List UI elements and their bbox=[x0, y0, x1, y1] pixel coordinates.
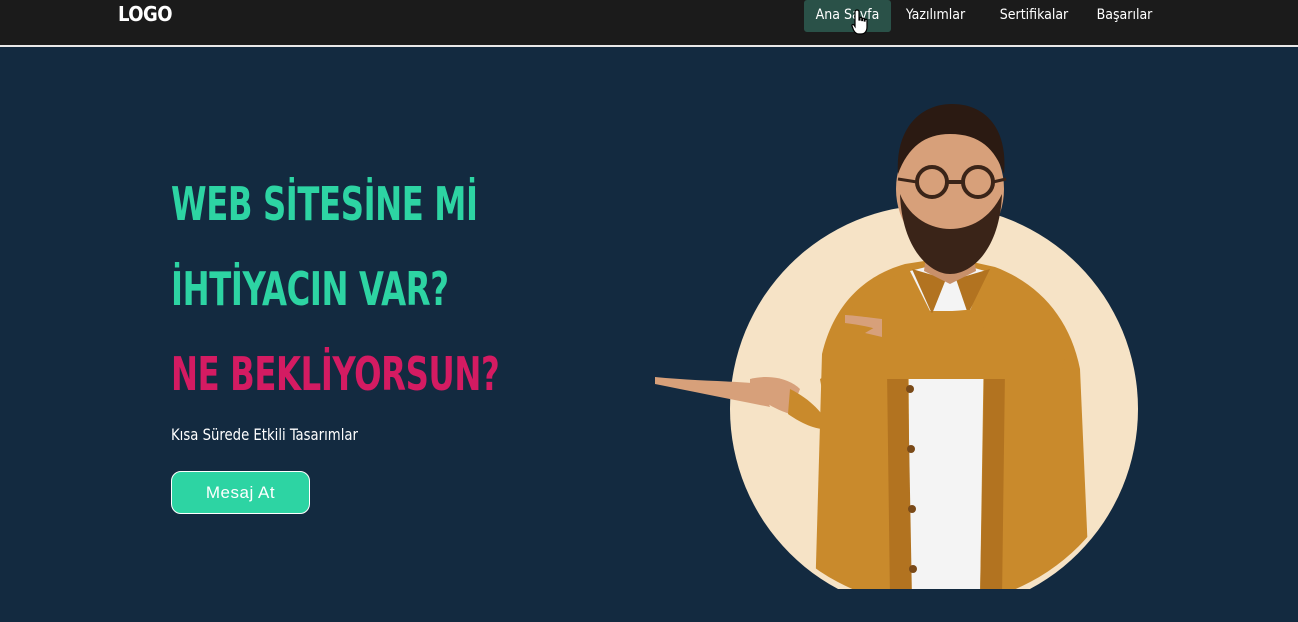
message-button[interactable]: Mesaj At bbox=[171, 471, 310, 514]
headline-line-3: NE BEKLİYORSUN? bbox=[171, 347, 500, 401]
headline-line-2: İHTİYACIN VAR? bbox=[171, 262, 449, 316]
navbar: LOGO Ana Sayfa Yazılımlar Sertifikalar B… bbox=[0, 0, 1298, 47]
nav-item-yazilimlar[interactable]: Yazılımlar bbox=[894, 0, 977, 32]
hand-pointer-cursor-icon bbox=[851, 9, 868, 35]
logo[interactable]: LOGO bbox=[118, 2, 173, 26]
nav-item-ana-sayfa[interactable]: Ana Sayfa bbox=[804, 0, 891, 32]
hero-subtitle: Kısa Sürede Etkili Tasarımlar bbox=[171, 425, 358, 444]
headline-line-1: WEB SİTESİNE Mİ bbox=[171, 177, 478, 231]
hero-person-illustration bbox=[655, 104, 1138, 589]
hero-section: WEB SİTESİNE Mİ İHTİYACIN VAR? NE BEKLİY… bbox=[0, 49, 1298, 622]
nav-item-sertifikalar[interactable]: Sertifikalar bbox=[989, 0, 1079, 32]
nav-item-basarilar[interactable]: Başarılar bbox=[1087, 0, 1162, 32]
